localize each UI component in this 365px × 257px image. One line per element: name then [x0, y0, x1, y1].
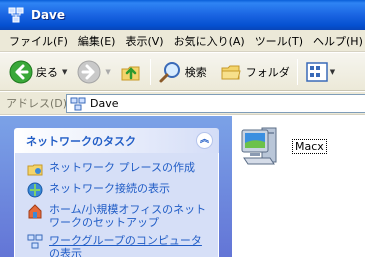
task-label: ネットワーク プレースの作成	[49, 161, 195, 174]
forward-button[interactable]: ▼	[74, 57, 113, 87]
back-button[interactable]: 戻る ▼	[6, 57, 70, 87]
up-folder-button[interactable]	[116, 57, 146, 87]
panel-body: ネットワーク プレースの作成 ネットワーク接続の表示 ホーム/小規模オフィスのネ…	[14, 153, 219, 257]
task-label: ネットワーク接続の表示	[49, 182, 170, 195]
search-icon	[159, 61, 180, 82]
views-dropdown-icon[interactable]: ▼	[330, 68, 335, 76]
address-input[interactable]: Dave	[66, 94, 365, 113]
task-item[interactable]: ワークグループのコンピュータの表示	[27, 234, 212, 257]
title-bar: Dave	[0, 0, 365, 30]
folders-icon	[221, 65, 241, 79]
back-dropdown-icon[interactable]: ▼	[62, 68, 67, 76]
window-title: Dave	[31, 8, 66, 22]
menu-file[interactable]: ファイル(F)	[4, 33, 73, 49]
network-place-icon	[27, 164, 43, 176]
task-item[interactable]: ネットワーク プレースの作成	[27, 161, 212, 177]
forward-arrow-icon	[77, 60, 101, 83]
toolbar-separator	[149, 58, 151, 85]
up-folder-icon	[121, 66, 140, 80]
back-label: 戻る	[36, 65, 58, 79]
computer-label: Macx	[292, 138, 327, 154]
menu-tools[interactable]: ツール(T)	[250, 33, 308, 49]
toolbar-separator	[296, 58, 298, 85]
home-network-icon	[28, 204, 42, 219]
panel-title: ネットワークのタスク	[26, 134, 136, 148]
search-label: 検索	[184, 65, 207, 79]
address-bar: アドレス(D) Dave	[0, 92, 365, 115]
views-icon	[306, 61, 328, 82]
folders-button[interactable]: フォルダ	[216, 57, 293, 87]
address-value: Dave	[90, 97, 119, 110]
forward-dropdown-icon[interactable]: ▼	[105, 68, 110, 76]
menu-help[interactable]: ヘルプ(H)	[308, 33, 365, 49]
file-view: Macx	[232, 116, 365, 257]
folders-label: フォルダ	[245, 65, 290, 79]
computer-icon	[241, 127, 277, 165]
computer-item[interactable]: Macx	[240, 122, 327, 170]
back-arrow-icon	[9, 60, 33, 83]
menu-bar: ファイル(F) 編集(E) 表示(V) お気に入り(A) ツール(T) ヘルプ(…	[0, 30, 365, 52]
search-button[interactable]: 検索	[155, 57, 210, 87]
task-item[interactable]: ホーム/小規模オフィスのネットワークのセットアップ	[27, 203, 212, 229]
menu-edit[interactable]: 編集(E)	[73, 33, 121, 49]
task-item[interactable]: ネットワーク接続の表示	[27, 182, 212, 198]
network-connections-icon	[27, 182, 43, 198]
collapse-icon[interactable]: ︽	[196, 132, 213, 149]
panel-header[interactable]: ネットワークのタスク ︽	[14, 128, 219, 153]
network-folder-icon	[70, 97, 86, 110]
network-app-icon	[8, 7, 24, 23]
views-button[interactable]: ▼	[302, 57, 338, 87]
menu-view[interactable]: 表示(V)	[120, 33, 168, 49]
address-label: アドレス(D)	[6, 97, 68, 110]
network-tasks-panel: ネットワークのタスク ︽ ネットワーク プレースの作成 ネットワーク接続の表示	[14, 128, 219, 257]
task-label: ワークグループのコンピュータの表示	[49, 234, 202, 257]
toolbar: 戻る ▼ ▼ 検索 フォルダ ▼	[0, 53, 365, 91]
menu-favorites[interactable]: お気に入り(A)	[169, 33, 250, 49]
workgroup-icon	[27, 234, 43, 249]
task-label: ホーム/小規模オフィスのネットワークのセットアップ	[49, 203, 207, 229]
task-pane: ネットワークのタスク ︽ ネットワーク プレースの作成 ネットワーク接続の表示	[0, 116, 232, 257]
